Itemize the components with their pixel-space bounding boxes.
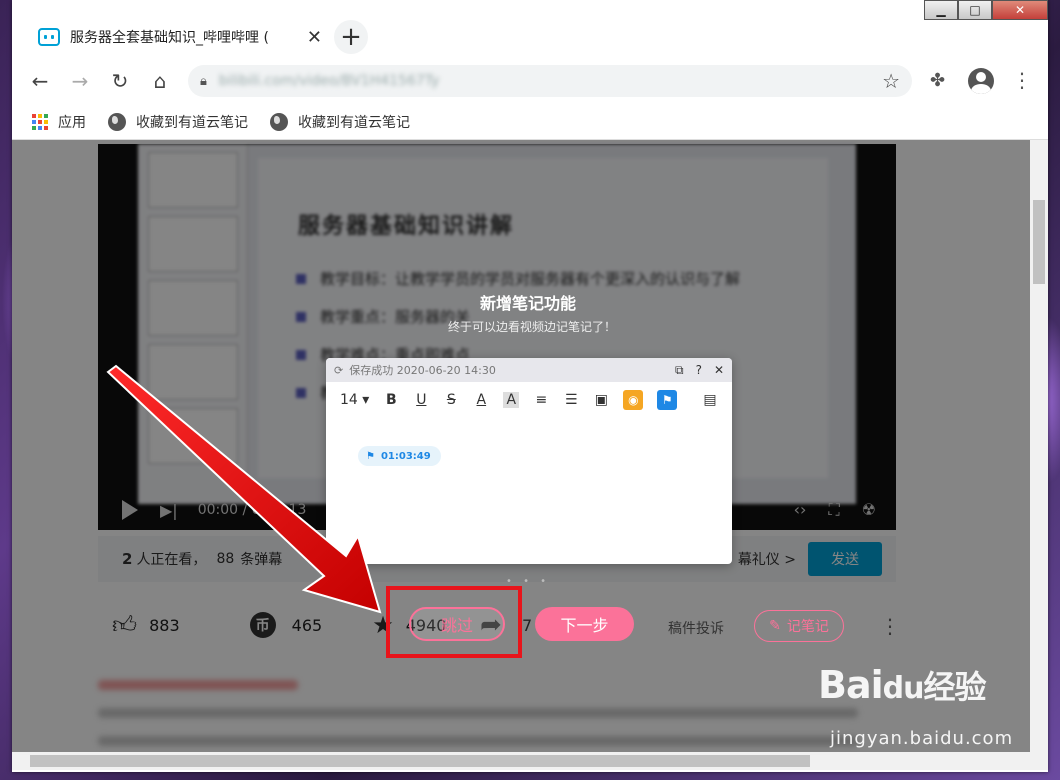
baidu-jingyan-watermark: Baidu经验 jingyan.baidu.com — [812, 660, 1042, 760]
horizontal-scrollbar-thumb[interactable] — [30, 755, 810, 767]
browser-window: 服务器全套基础知识_哔哩哔哩 ( ✕ + ▁ □ ✕ ← → ↻ ⌂ 🔒︎ bi… — [12, 0, 1048, 772]
vertical-scrollbar-thumb[interactable] — [1033, 200, 1045, 284]
watermark-url: jingyan.baidu.com — [830, 728, 1014, 749]
watermark-brand: Baidu经验 — [818, 663, 987, 707]
annotation-arrow-icon — [106, 364, 382, 614]
